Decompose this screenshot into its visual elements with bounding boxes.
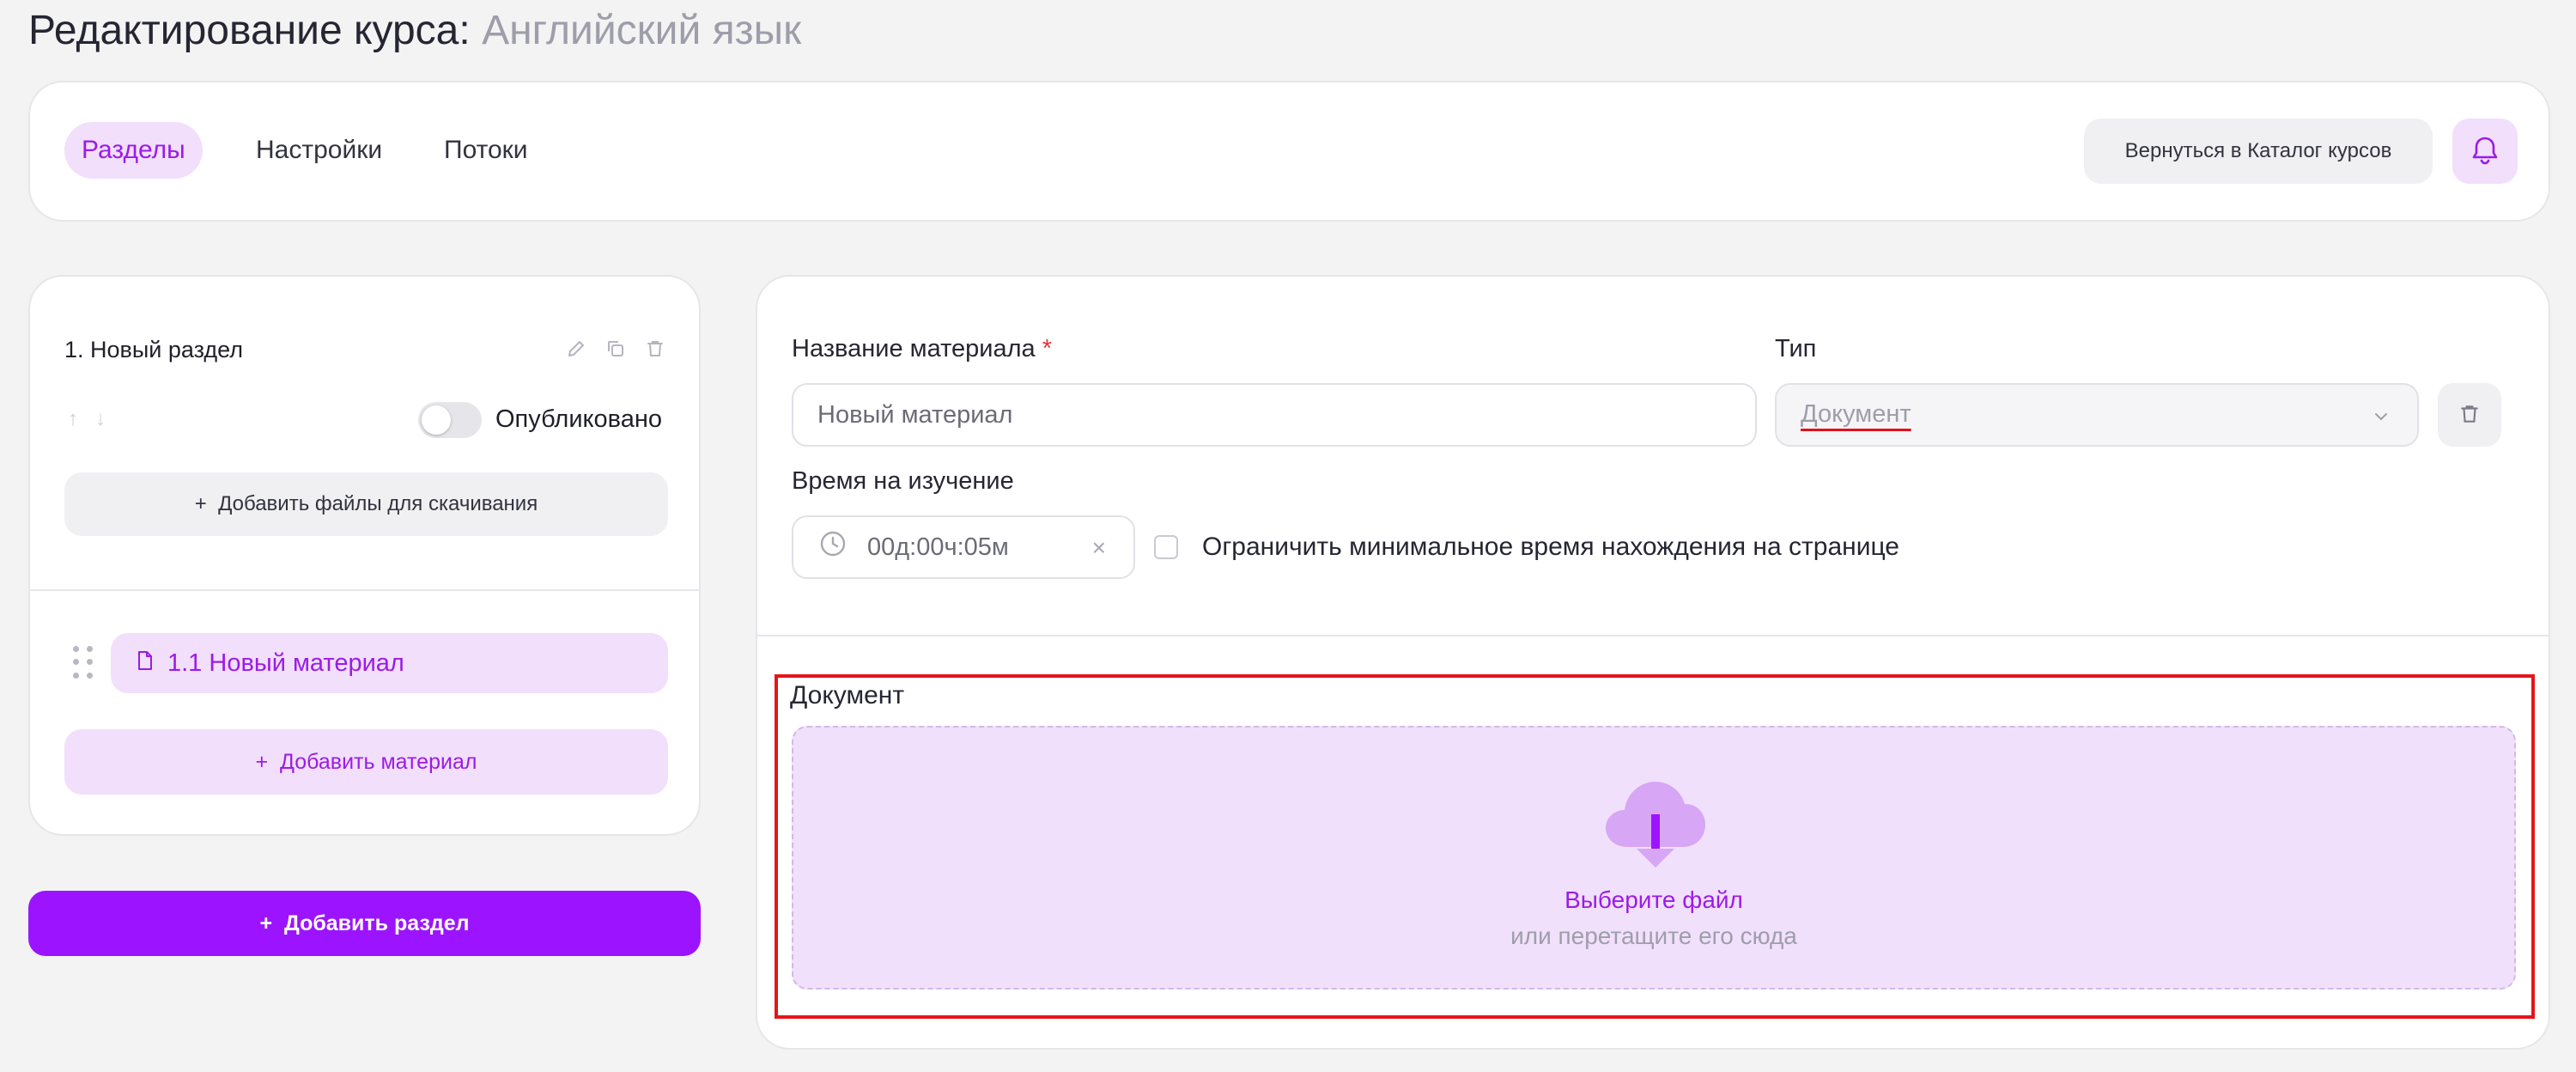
name-field-label: Название материала * (792, 335, 1052, 363)
add-section-button[interactable]: + Добавить раздел (28, 891, 701, 956)
type-select-value: Документ (1801, 400, 1911, 428)
upload-hint: или перетащите его сюда (1510, 923, 1797, 949)
type-field-label: Тип (1775, 335, 1817, 362)
bell-icon (2470, 135, 2500, 168)
add-section-label: Добавить раздел (283, 911, 470, 935)
trash-icon[interactable] (641, 335, 669, 362)
material-name-input[interactable] (792, 383, 1757, 447)
plus-icon: + (255, 749, 281, 774)
published-label: Опубликовано (495, 405, 663, 433)
limit-time-label: Ограничить минимальное время нахождения … (1202, 533, 1899, 561)
add-files-button[interactable]: + Добавить файлы для скачивания (64, 472, 668, 536)
limit-time-checkbox[interactable] (1154, 535, 1178, 559)
add-files-label: Добавить файлы для скачивания (218, 492, 538, 515)
file-drop-zone[interactable]: Выберите файл или перетащите его сюда (792, 726, 2516, 990)
clock-icon (819, 530, 847, 564)
time-input[interactable]: 00д:00ч:05м × (792, 515, 1135, 579)
page-title: Редактирование курса: Английский язык (28, 5, 801, 57)
plus-icon: + (194, 492, 219, 515)
plus-icon: + (259, 911, 284, 935)
drag-handle-icon[interactable] (73, 646, 94, 680)
name-label-text: Название материала (792, 335, 1036, 362)
copy-icon[interactable] (602, 335, 629, 362)
tab-streams[interactable]: Потоки (427, 122, 545, 179)
divider (30, 589, 699, 591)
section-card: 1. Новый раздел ↑ ↓ Опубликовано + Добав… (28, 275, 701, 836)
tabs-card: Разделы Настройки Потоки Вернуться в Кат… (28, 81, 2550, 222)
tab-sections[interactable]: Разделы (64, 122, 203, 179)
chevron-down-icon (2371, 406, 2391, 431)
add-material-label: Добавить материал (280, 749, 477, 774)
tab-settings[interactable]: Настройки (239, 122, 399, 179)
document-section-label: Документ (790, 681, 905, 710)
section-actions (562, 335, 669, 362)
page-title-prefix: Редактирование курса: (28, 8, 471, 53)
close-icon[interactable]: × (1092, 534, 1106, 562)
trash-icon (2458, 403, 2481, 428)
arrow-down-icon[interactable]: ↓ (95, 407, 106, 431)
time-value: 00д:00ч:05м (867, 533, 1009, 561)
edit-icon[interactable] (562, 335, 590, 362)
upload-title[interactable]: Выберите файл (793, 886, 2514, 914)
required-mark: * (1042, 335, 1053, 362)
material-item[interactable]: 1.1 Новый материал (111, 633, 668, 693)
arrow-up-icon[interactable]: ↑ (68, 407, 78, 431)
section-title: 1. Новый раздел (64, 337, 244, 362)
time-field-label: Время на изучение (792, 467, 1014, 495)
add-material-button[interactable]: + Добавить материал (64, 729, 668, 795)
document-icon (137, 649, 154, 678)
material-item-label: 1.1 Новый материал (167, 649, 404, 677)
published-toggle[interactable] (418, 402, 482, 438)
divider (757, 635, 2549, 636)
notifications-button[interactable] (2452, 119, 2518, 184)
delete-material-button[interactable] (2438, 383, 2501, 447)
course-name: Английский язык (482, 8, 802, 53)
back-to-catalog-button[interactable]: Вернуться в Каталог курсов (2084, 119, 2433, 184)
type-select[interactable]: Документ (1775, 383, 2419, 447)
cloud-upload-icon (1602, 775, 1709, 869)
reorder-arrows: ↑ ↓ (68, 407, 106, 431)
